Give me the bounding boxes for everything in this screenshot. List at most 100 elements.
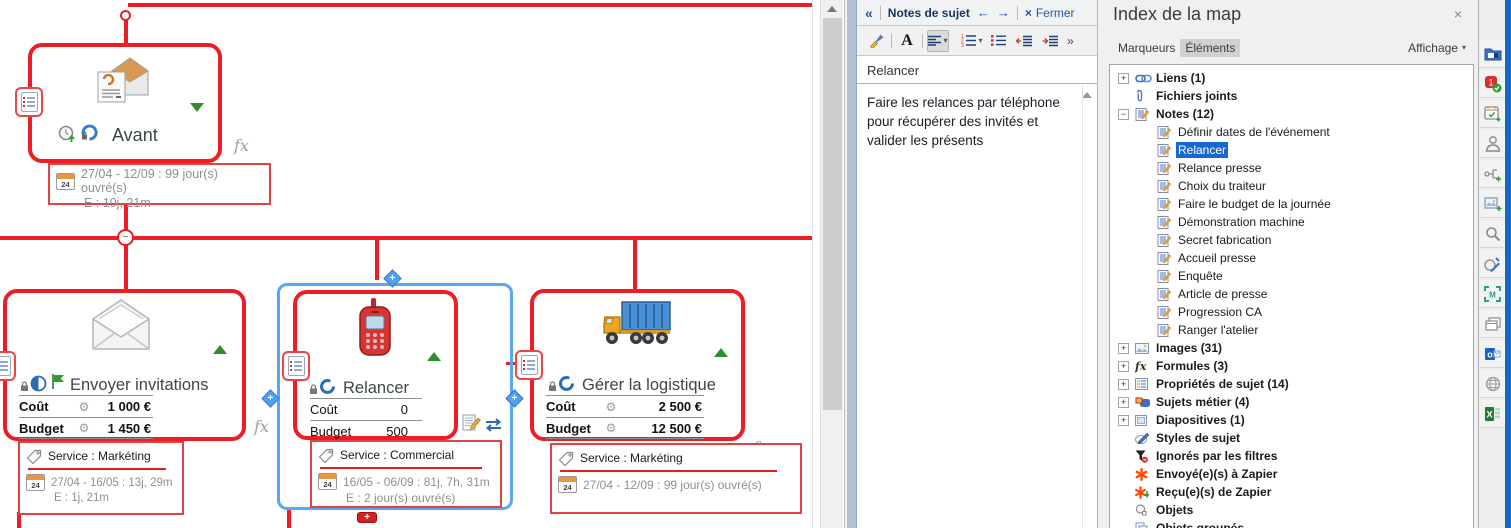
index-tree-item-sujets-metier[interactable]: + Sujets métier (4) [1110, 393, 1473, 411]
index-tree-item-note[interactable]: Faire le budget de la journée [1110, 195, 1473, 213]
index-tree-item-formules[interactable]: + fx Formules (3) [1110, 357, 1473, 375]
nav-back-button[interactable]: ← [977, 5, 990, 20]
collapse-toggle-icon[interactable]: − [1118, 109, 1129, 120]
index-tree-item-note[interactable]: Accueil presse [1110, 249, 1473, 267]
expand-toggle-icon[interactable]: + [1118, 415, 1129, 426]
topic-style-icon [1135, 432, 1154, 444]
expand-toggle-icon[interactable]: + [1118, 379, 1129, 390]
topic-add-button[interactable] [1479, 160, 1506, 188]
outlook-button[interactable]: o [1479, 340, 1506, 368]
excel-button[interactable]: X [1479, 400, 1506, 428]
divider [880, 6, 881, 20]
index-tree-item-envoye-zapier[interactable]: Envoyé(e)(s) à Zapier [1110, 465, 1473, 483]
expand-toggle-icon[interactable]: + [1118, 397, 1129, 408]
nav-forward-button[interactable]: → [997, 5, 1010, 20]
branch-collapse-button[interactable]: − [117, 229, 134, 246]
index-tree-item-objets-groupes[interactable]: Objets groupés [1110, 519, 1473, 528]
index-tree-item-note[interactable]: Définir dates de l'événement [1110, 123, 1473, 141]
branch-junction[interactable] [120, 10, 131, 21]
collapse-arrow-icon[interactable] [190, 103, 204, 112]
lock-icon [20, 381, 29, 392]
index-tree-item-diapositives[interactable]: + Diapositives (1) [1110, 411, 1473, 429]
calendar-add-button[interactable] [1479, 100, 1506, 128]
index-tree-item-images[interactable]: + Images (31) [1110, 339, 1473, 357]
note-body[interactable]: Faire les relances par téléphone pour ré… [857, 84, 1082, 159]
notes-indicator-icon[interactable] [515, 350, 543, 380]
window-button[interactable] [1479, 310, 1506, 338]
notes-editor[interactable]: Relancer Faire les relances par téléphon… [857, 56, 1097, 528]
fit-map-button[interactable]: M [1479, 280, 1506, 308]
scroll-up-icon[interactable] [827, 6, 837, 12]
scrollbar-thumb[interactable] [823, 18, 842, 410]
branch-line [287, 508, 291, 528]
index-tree-item-proprietes[interactable]: + Propriétés de sujet (14) [1110, 375, 1473, 393]
index-tree-item-note[interactable]: Enquête [1110, 267, 1473, 285]
close-panel-button[interactable]: × Fermer [1025, 6, 1075, 20]
index-tree-item-note[interactable]: Secret fabrication [1110, 231, 1473, 249]
note-icon [1157, 216, 1176, 229]
expand-toggle-icon[interactable]: + [1118, 361, 1129, 372]
collapse-arrow-icon[interactable] [714, 348, 728, 357]
index-tree-item-liens[interactable]: + Liens (1) [1110, 69, 1473, 87]
notes-indicator-icon[interactable] [0, 351, 16, 381]
index-tree-item-fichiers-joints[interactable]: Fichiers joints [1110, 87, 1473, 105]
edit-pen-button[interactable] [1479, 250, 1506, 278]
topic-gerer-logistique[interactable]: Gérer la logistique Coût ⚙ 2 500 € Budge… [530, 289, 745, 441]
open-envelope-icon [85, 297, 157, 353]
close-icon[interactable]: × [1454, 6, 1462, 22]
relationship-flow-icon[interactable] [483, 417, 504, 433]
index-tree-item-note[interactable]: Choix du traiteur [1110, 177, 1473, 195]
tab-marqueurs[interactable]: Marqueurs [1113, 39, 1180, 57]
topic-avant[interactable]: Avant [28, 43, 222, 163]
numbered-list-button[interactable]: 123 ▾ [961, 30, 983, 52]
folder-button[interactable] [1479, 40, 1506, 68]
collapse-panel-button[interactable]: « [865, 5, 873, 21]
index-tree-item-note[interactable]: Relance presse [1110, 159, 1473, 177]
index-tree-item-ignores-filtres[interactable]: Ignorés par les filtres [1110, 447, 1473, 465]
sync-status-button[interactable]: 1 [1479, 70, 1506, 98]
index-tree-item-note[interactable]: Ranger l'atelier [1110, 321, 1473, 339]
scroll-up-icon[interactable] [1082, 92, 1092, 98]
map-canvas[interactable]: − Avant fx [0, 0, 812, 528]
numbered-list-icon: 123 [961, 34, 976, 47]
bullet-list-button[interactable] [987, 30, 1009, 52]
display-menu-button[interactable]: Affichage ▾ [1408, 41, 1466, 55]
index-tree-item-notes[interactable]: − Notes (12) [1110, 105, 1473, 123]
add-subtopic-button[interactable]: + [357, 512, 377, 523]
calendar-icon: 24 [318, 473, 337, 490]
expand-toggle-icon[interactable]: + [1118, 73, 1129, 84]
expand-toggle-icon[interactable]: + [1118, 343, 1129, 354]
image-add-button[interactable] [1479, 190, 1506, 218]
font-button[interactable]: A [896, 30, 918, 52]
index-tree-item-note[interactable]: Démonstration machine [1110, 213, 1473, 231]
index-tree-item-objets[interactable]: Objets [1110, 501, 1473, 519]
collapse-arrow-icon[interactable] [213, 345, 227, 354]
search-button[interactable] [1479, 220, 1506, 248]
index-tree-item-styles[interactable]: Styles de sujet [1110, 429, 1473, 447]
map-scrollbar[interactable] [820, 0, 843, 528]
panel-splitter[interactable] [847, 0, 857, 528]
toolbar-overflow-button[interactable]: » [1067, 34, 1074, 48]
format-painter-button[interactable] [865, 30, 887, 52]
index-tree-item-note[interactable]: Progression CA [1110, 303, 1473, 321]
contact-button[interactable] [1479, 130, 1506, 158]
link-icon [1135, 73, 1154, 84]
notes-indicator-icon[interactable] [15, 87, 43, 117]
indent-button[interactable] [1039, 30, 1061, 52]
web-button[interactable] [1479, 370, 1506, 398]
index-tree-item-recu-zapier[interactable]: Reçu(e)(s) de Zapier [1110, 483, 1473, 501]
index-tree[interactable]: + Liens (1) Fichiers joints − Notes (12)… [1109, 64, 1474, 528]
topic-envoyer-invitations[interactable]: Envoyer invitations Coût ⚙ 1 000 € Budge… [3, 289, 246, 441]
tab-elements[interactable]: Éléments [1180, 39, 1240, 57]
notes-indicator-icon[interactable] [282, 351, 310, 381]
outdent-button[interactable] [1013, 30, 1035, 52]
note-icon [1157, 270, 1176, 283]
index-tree-item-note-selected[interactable]: Relancer [1110, 141, 1473, 159]
collapse-arrow-icon[interactable] [427, 352, 441, 361]
lock-icon [309, 384, 318, 395]
note-edit-icon[interactable] [462, 414, 481, 432]
topic-relancer[interactable]: Relancer Coût 0 Budget 500 [293, 290, 458, 440]
index-tree-item-note[interactable]: Article de presse [1110, 285, 1473, 303]
align-button[interactable]: ▾ [927, 30, 949, 52]
note-icon [1157, 288, 1176, 301]
